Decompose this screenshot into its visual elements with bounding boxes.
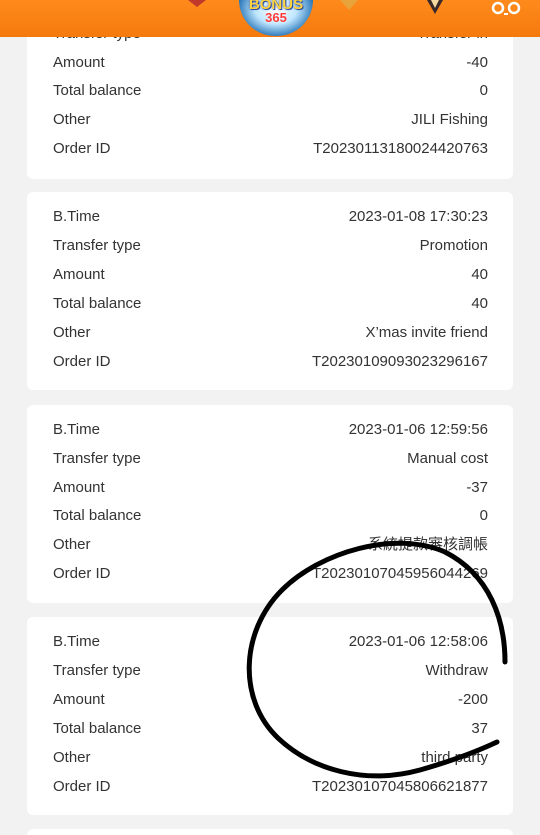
- record-row: Total balance 0: [53, 81, 488, 101]
- record-row: Other JILI Fishing: [53, 110, 488, 130]
- row-label: Order ID: [53, 565, 111, 582]
- row-label: B.Time: [53, 633, 100, 650]
- record-row: Transfer type Withdraw: [53, 661, 488, 681]
- row-value: JILI Fishing: [411, 111, 488, 128]
- row-value: -40: [466, 54, 488, 71]
- row-label: B.Time: [53, 208, 100, 225]
- row-value: -37: [466, 479, 488, 496]
- row-value: 0: [479, 507, 488, 524]
- row-label: Total balance: [53, 82, 142, 99]
- row-label: B.Time: [53, 421, 100, 438]
- row-value: 40: [471, 266, 488, 283]
- record-row: Total balance 40: [53, 294, 488, 314]
- row-value: Manual cost: [407, 450, 488, 467]
- record-row: Other X’mas invite friend: [53, 323, 488, 343]
- row-label: Amount: [53, 266, 105, 283]
- row-value: third party: [421, 749, 488, 766]
- record-row: Total balance 37: [53, 719, 488, 739]
- row-value: 37: [471, 720, 488, 737]
- record-row: Transfer type Manual cost: [53, 449, 488, 469]
- row-label: Total balance: [53, 295, 142, 312]
- row-label: Other: [53, 111, 91, 128]
- record-row: Amount 40: [53, 265, 488, 285]
- record-row: Other third party: [53, 748, 488, 768]
- record-row: Order ID T20230107045956044269: [53, 564, 488, 584]
- row-value: T20230109093023296167: [311, 353, 488, 370]
- row-label: Other: [53, 749, 91, 766]
- row-label: Transfer type: [53, 237, 141, 254]
- record-row: Amount -37: [53, 478, 488, 498]
- row-label: Other: [53, 324, 91, 341]
- chat-bubble-icon[interactable]: [490, 0, 524, 20]
- row-label: Transfer type: [53, 662, 141, 679]
- top-header-bar: BONUS 365: [0, 0, 540, 37]
- record-row: Transfer type Promotion: [53, 236, 488, 256]
- bonus365-logo[interactable]: BONUS 365: [239, 0, 313, 36]
- row-label: Order ID: [53, 778, 111, 795]
- row-value: T20230113180024420763: [313, 140, 488, 157]
- row-value: -200: [457, 691, 488, 708]
- row-label: Amount: [53, 691, 105, 708]
- record-row: B.Time 2023-01-06 12:58:06: [53, 632, 488, 652]
- row-label: Amount: [53, 479, 105, 496]
- row-value: T20230107045806621877: [311, 778, 488, 795]
- row-label: Total balance: [53, 720, 142, 737]
- transaction-card: [27, 829, 513, 835]
- record-row: Amount -200: [53, 690, 488, 710]
- row-value: 2023-01-06 12:58:06: [348, 633, 488, 650]
- record-row: Order ID T20230113180024420763: [53, 139, 488, 159]
- record-row: B.Time 2023-01-06 12:59:56: [53, 420, 488, 440]
- row-value: Promotion: [419, 237, 488, 254]
- row-value: X’mas invite friend: [365, 324, 488, 341]
- row-label: Amount: [53, 54, 105, 71]
- record-row: Other 系統提款審核調帳: [53, 535, 488, 555]
- record-row: Total balance 0: [53, 506, 488, 526]
- row-label: Transfer type: [53, 450, 141, 467]
- row-value: 2023-01-06 12:59:56: [348, 421, 488, 438]
- star-decoration-icon: [340, 0, 358, 10]
- record-row: Amount -40: [53, 53, 488, 73]
- row-label: Order ID: [53, 140, 111, 157]
- row-label: Order ID: [53, 353, 111, 370]
- row-value: 系統提款審核調帳: [367, 536, 488, 553]
- row-label: Total balance: [53, 507, 142, 524]
- row-value: Withdraw: [425, 662, 488, 679]
- record-row: Order ID T20230107045806621877: [53, 777, 488, 797]
- row-value: T20230107045956044269: [311, 565, 488, 582]
- row-value: 2023-01-08 17:30:23: [348, 208, 488, 225]
- row-value: 0: [479, 82, 488, 99]
- row-value: 40: [471, 295, 488, 312]
- record-row: Order ID T20230109093023296167: [53, 352, 488, 372]
- decoration-icon: [188, 0, 206, 7]
- row-label: Other: [53, 536, 91, 553]
- character-decoration-icon: [427, 0, 443, 14]
- record-row: B.Time 2023-01-08 17:30:23: [53, 207, 488, 227]
